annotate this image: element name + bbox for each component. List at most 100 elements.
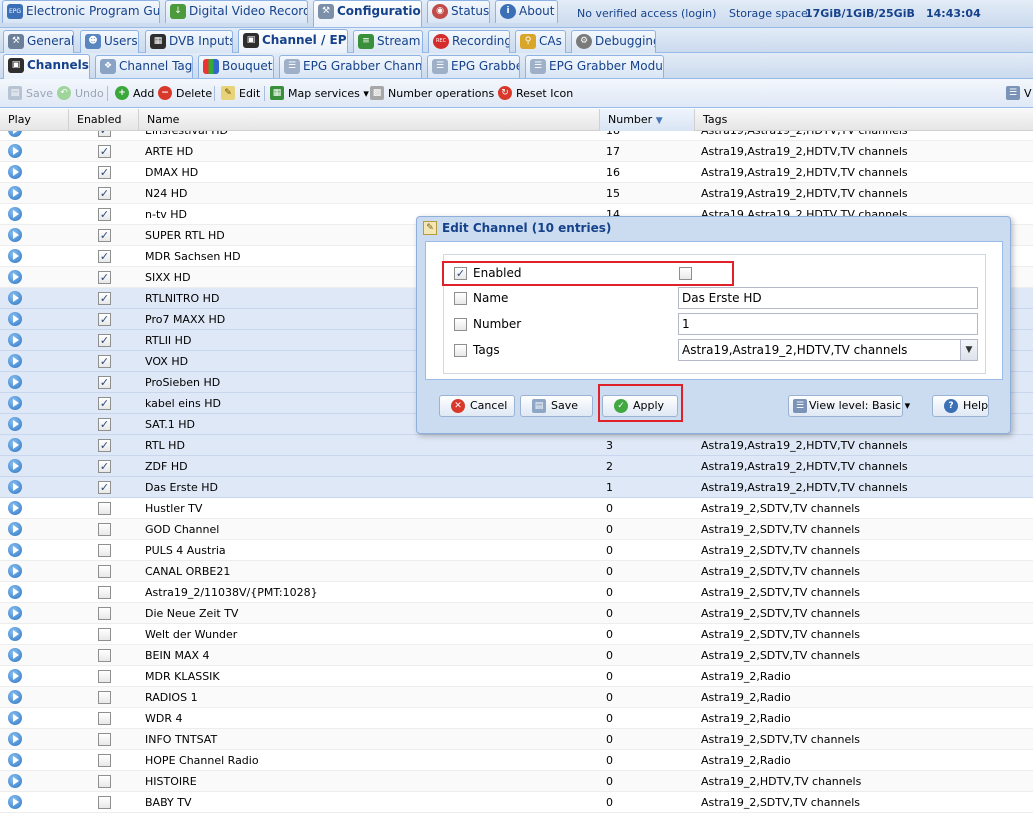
tags-select[interactable]: Astra19,Astra19_2,HDTV,TV channels ▼ [678, 339, 978, 361]
tab-configuration[interactable]: ⚒ Configuration [313, 0, 422, 27]
play-icon[interactable] [8, 186, 22, 200]
enabled-checkbox[interactable]: ✓ [98, 271, 111, 284]
enabled-checkbox[interactable]: ✓ [98, 131, 111, 137]
play-icon[interactable] [8, 543, 22, 557]
table-row[interactable]: RADIOS 1 0 Astra19_2,Radio [0, 687, 1033, 708]
enabled-checkbox[interactable]: ✓ [98, 166, 111, 179]
enabled-checkbox[interactable]: ✓ [98, 250, 111, 263]
table-row[interactable]: ✓ DMAX HD 16 Astra19,Astra19_2,HDTV,TV chan… [0, 162, 1033, 183]
table-row[interactable]: ✓ RTL HD 3 Astra19,Astra19_2,HDTV,TV channe… [0, 435, 1033, 456]
enabled-checkbox[interactable]: ✓ [98, 439, 111, 452]
enabled-checkbox[interactable] [98, 649, 111, 662]
tab-general[interactable]: ⚒ General [3, 30, 74, 53]
tab-about[interactable]: i About [495, 0, 558, 23]
play-icon[interactable] [8, 753, 22, 767]
tab-epg-grabber-channels[interactable]: ☰ EPG Grabber Channels [279, 55, 422, 78]
tags-toggle-checkbox[interactable] [454, 344, 467, 357]
play-icon[interactable] [8, 438, 22, 452]
enabled-checkbox[interactable] [98, 628, 111, 641]
play-icon[interactable] [8, 228, 22, 242]
play-icon[interactable] [8, 396, 22, 410]
table-row[interactable]: Hustler TV 0 Astra19_2,SDTV,TV channels [0, 498, 1033, 519]
enabled-checkbox[interactable] [98, 502, 111, 515]
tab-bouquets[interactable]: Bouquets [198, 55, 274, 78]
enabled-checkbox[interactable]: ✓ [98, 355, 111, 368]
tab-status[interactable]: ◉ Status [427, 0, 490, 23]
play-icon[interactable] [8, 333, 22, 347]
column-header-play[interactable]: Play [0, 109, 69, 131]
column-header-enabled[interactable]: Enabled [69, 109, 139, 131]
undo-button[interactable]: ↶ Undo [57, 85, 104, 102]
tab-electronic-program-guide[interactable]: EPG Electronic Program Guide [2, 0, 160, 23]
view-button[interactable]: ☰ V [1006, 85, 1032, 102]
tab-channels[interactable]: ▣ Channels [3, 54, 90, 79]
save-dialog-button[interactable]: ▤ Save [520, 395, 593, 417]
play-icon[interactable] [8, 690, 22, 704]
table-row[interactable]: HISTOIRE 0 Astra19_2,HDTV,TV channels [0, 771, 1033, 792]
table-row[interactable]: INFO TNTSAT 0 Astra19_2,SDTV,TV channels [0, 729, 1033, 750]
tab-stream[interactable]: ≡ Stream [353, 30, 423, 53]
play-icon[interactable] [8, 522, 22, 536]
delete-button[interactable]: − Delete [158, 85, 212, 102]
tab-digital-video-recorder[interactable]: ↓ Digital Video Recorder [165, 0, 308, 23]
enabled-checkbox[interactable] [98, 796, 111, 809]
play-icon[interactable] [8, 459, 22, 473]
table-row[interactable]: BEIN MAX 4 0 Astra19_2,SDTV,TV channels [0, 645, 1033, 666]
view-level-button[interactable]: ☰ View level: Basic ▾ [788, 395, 910, 417]
table-row[interactable]: Die Neue Zeit TV 0 Astra19_2,SDTV,TV chann… [0, 603, 1033, 624]
enabled-checkbox[interactable]: ✓ [98, 460, 111, 473]
enabled-checkbox[interactable] [98, 670, 111, 683]
play-icon[interactable] [8, 131, 22, 137]
play-icon[interactable] [8, 249, 22, 263]
table-row[interactable]: WDR 4 0 Astra19_2,Radio [0, 708, 1033, 729]
enabled-checkbox[interactable]: ✓ [98, 145, 111, 158]
help-button[interactable]: ? Help [932, 395, 989, 417]
table-row[interactable]: HOPE Channel Radio 0 Astra19_2,Radio [0, 750, 1033, 771]
play-icon[interactable] [8, 774, 22, 788]
name-toggle-checkbox[interactable] [454, 292, 467, 305]
table-row[interactable]: Welt der Wunder 0 Astra19_2,SDTV,TV channe… [0, 624, 1033, 645]
enabled-checkbox[interactable] [98, 775, 111, 788]
play-icon[interactable] [8, 501, 22, 515]
play-icon[interactable] [8, 480, 22, 494]
play-icon[interactable] [8, 312, 22, 326]
enabled-checkbox[interactable]: ✓ [98, 292, 111, 305]
enabled-checkbox[interactable] [98, 607, 111, 620]
play-icon[interactable] [8, 732, 22, 746]
enabled-checkbox[interactable]: ✓ [98, 313, 111, 326]
enabled-checkbox[interactable] [98, 691, 111, 704]
tab-cas[interactable]: ⚲ CAs [515, 30, 566, 53]
tab-recording[interactable]: REC Recording [428, 30, 510, 53]
play-icon[interactable] [8, 648, 22, 662]
name-input[interactable]: Das Erste HD [678, 287, 978, 309]
enabled-checkbox[interactable] [98, 712, 111, 725]
add-button[interactable]: + Add [115, 85, 154, 102]
enabled-checkbox[interactable]: ✓ [98, 481, 111, 494]
table-row[interactable]: ✓ ARTE HD 17 Astra19,Astra19_2,HDTV,TV chan… [0, 141, 1033, 162]
chevron-down-icon[interactable]: ▼ [960, 340, 977, 360]
enabled-checkbox[interactable] [98, 523, 111, 536]
enabled-checkbox[interactable] [98, 544, 111, 557]
play-icon[interactable] [8, 627, 22, 641]
table-row[interactable]: Astra19_2/11038V/{PMT:1028} 0 Astra19_2,SD… [0, 582, 1033, 603]
play-icon[interactable] [8, 354, 22, 368]
map-services-button[interactable]: ▦ Map services ▾ [270, 85, 369, 102]
play-icon[interactable] [8, 585, 22, 599]
column-header-name[interactable]: Name [139, 109, 600, 131]
enabled-checkbox[interactable]: ✓ [98, 397, 111, 410]
save-button[interactable]: ▤ Save [8, 85, 53, 102]
enabled-checkbox[interactable] [98, 586, 111, 599]
tab-users[interactable]: ☻ Users [80, 30, 139, 53]
reset-icon-button[interactable]: ↻ Reset Icon [498, 85, 573, 102]
number-toggle-checkbox[interactable] [454, 318, 467, 331]
play-icon[interactable] [8, 375, 22, 389]
tab-dvb-inputs[interactable]: ▦ DVB Inputs [145, 30, 233, 53]
enabled-checkbox[interactable]: ✓ [98, 418, 111, 431]
table-row[interactable]: MDR KLASSIK 0 Astra19_2,Radio [0, 666, 1033, 687]
column-header-number[interactable]: Number ▼ [600, 109, 695, 131]
cancel-button[interactable]: ✕ Cancel [439, 395, 515, 417]
enabled-checkbox[interactable]: ✓ [98, 334, 111, 347]
table-row[interactable]: BABY TV 0 Astra19_2,SDTV,TV channels [0, 792, 1033, 813]
enabled-checkbox[interactable] [98, 565, 111, 578]
tab-epg-grabber[interactable]: ☰ EPG Grabber [427, 55, 520, 78]
